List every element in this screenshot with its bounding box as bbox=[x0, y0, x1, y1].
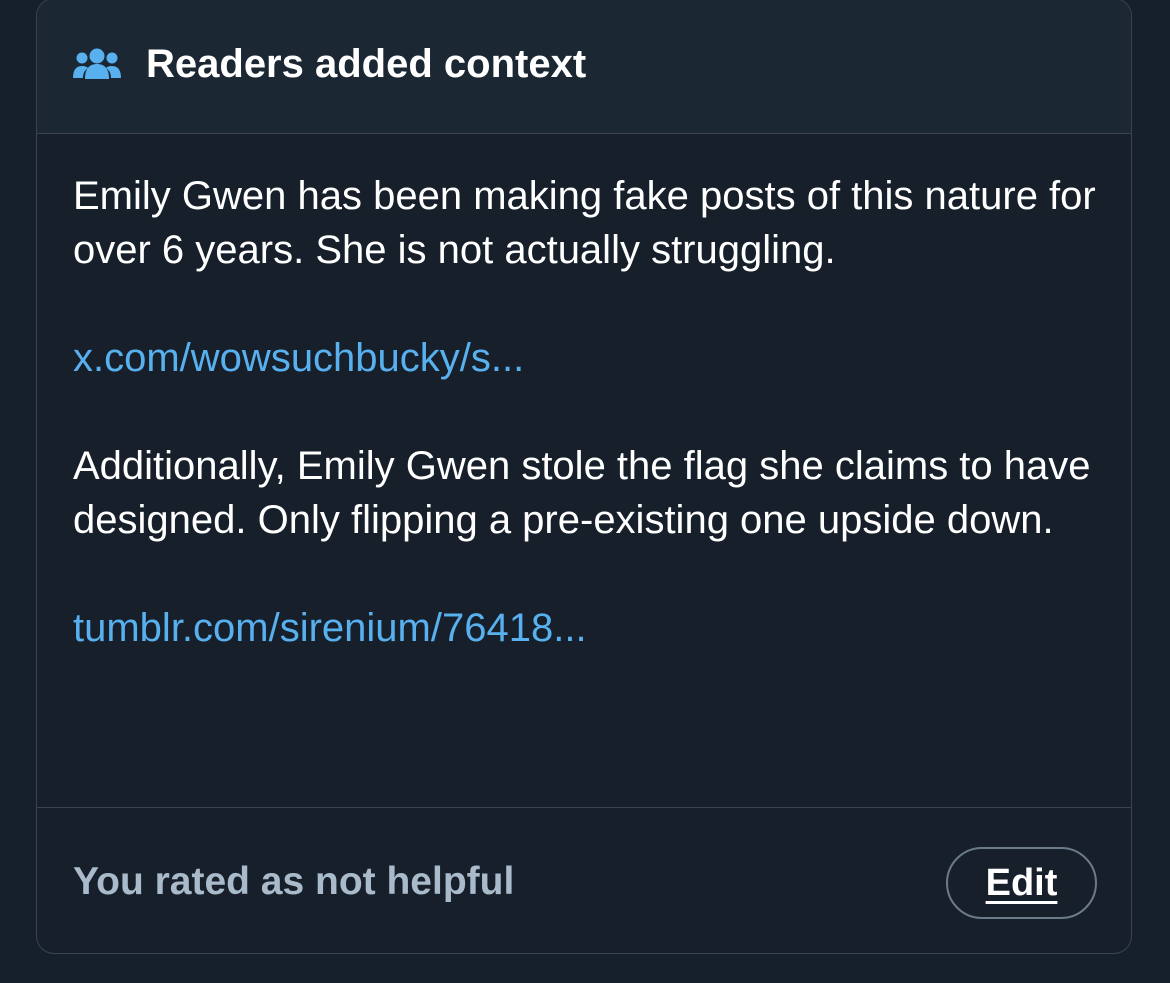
note-paragraph: Emily Gwen has been making fake posts of… bbox=[73, 174, 1096, 272]
community-note-card: Readers added context Emily Gwen has bee… bbox=[36, 0, 1132, 954]
footer-divider bbox=[37, 807, 1131, 808]
note-header: Readers added context bbox=[37, 0, 1131, 134]
source-link[interactable]: x.com/wowsuchbucky/s... bbox=[73, 331, 1103, 385]
edit-rating-button[interactable]: Edit bbox=[946, 847, 1097, 919]
people-icon bbox=[72, 47, 122, 87]
note-paragraph: Additionally, Emily Gwen stole the flag … bbox=[73, 444, 1091, 542]
note-body: Emily Gwen has been making fake posts of… bbox=[73, 169, 1103, 655]
note-title: Readers added context bbox=[146, 42, 587, 86]
rating-status: You rated as not helpful bbox=[73, 860, 515, 903]
source-link[interactable]: tumblr.com/sirenium/76418... bbox=[73, 601, 1103, 655]
